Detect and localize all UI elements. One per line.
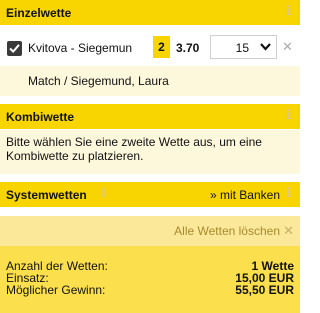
info-icon[interactable]: i [284,187,294,201]
tip-badge: 2 [153,36,170,58]
single-bet-header: Einzelwette i [0,0,300,25]
info-icon[interactable]: i [284,109,294,123]
combi-hint: Bitte wählen Sie eine zweite Wette aus, … [0,130,300,174]
odds-value: 3.70 [176,41,200,55]
betslip-panel: Einzelwette i Kvitova - Siegemun 2 3.70 … [0,0,300,313]
stake-select[interactable]: 15 [210,35,277,59]
combi-bet-title: Kombiwette [6,109,75,124]
banken-link[interactable]: » mit Banken [210,188,280,202]
info-icon[interactable]: i [101,187,111,201]
bet-match-name: Kvitova - Siegemun [28,41,133,55]
delete-all-row[interactable]: Alle Wetten löschen ✕ [0,216,300,246]
win-label: Möglicher Gewinn: [6,283,106,297]
stake-value[interactable]: 15 [236,41,249,55]
system-bet-title: Systemwetten [6,187,87,202]
delete-all-button[interactable]: Alle Wetten löschen [174,224,280,238]
info-icon[interactable]: i [284,5,294,19]
combi-bet-header: Kombiwette i [0,104,300,129]
checkmark-icon [9,44,20,54]
match-full-name: Match / Siegemund, Laura [28,74,169,88]
single-bet-title: Einzelwette [6,5,72,20]
bet-checkbox[interactable] [7,41,22,56]
win-value: 55,50 EUR [235,283,294,297]
win-line: Möglicher Gewinn: 55,50 EUR [6,284,294,296]
close-icon[interactable]: ✕ [283,223,294,239]
remove-bet-icon[interactable]: ✕ [282,40,293,53]
match-detail-row: Match / Siegemund, Laura [0,66,300,96]
summary-box: Anzahl der Wetten: 1 Wette Einsatz: 15,0… [0,246,300,313]
system-bet-header: Systemwetten i » mit Banken i [0,182,300,207]
chevron-down-icon [260,43,271,51]
